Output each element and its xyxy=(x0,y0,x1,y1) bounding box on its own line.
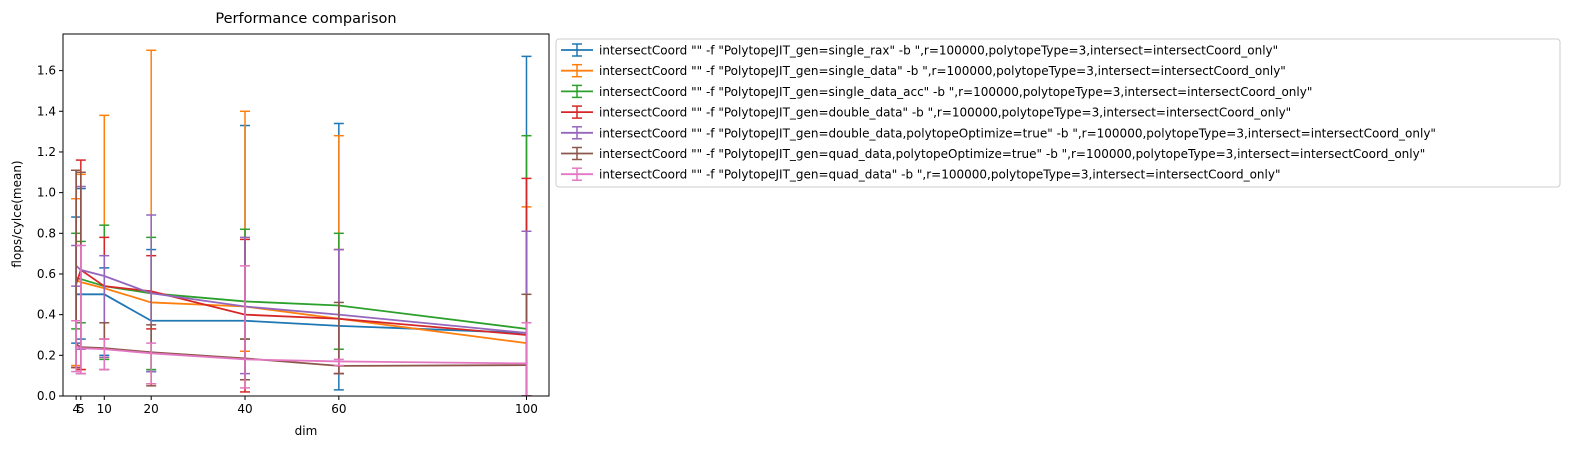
legend-label: intersectCoord "" -f "PolytopeJIT_gen=qu… xyxy=(599,168,1281,182)
series-1 xyxy=(71,55,532,396)
performance-chart: 45 10 20 40 60 100 0.00.20.40.60.81.01.21.41.… xyxy=(10,11,1561,438)
legend-entry: intersectCoord "" -f "PolytopeJIT_gen=si… xyxy=(561,63,1286,78)
y-tick-label: 1.4 xyxy=(37,104,56,118)
legend-label: intersectCoord "" -f "PolytopeJIT_gen=si… xyxy=(599,64,1286,78)
y-tick-label: 1.2 xyxy=(37,145,56,159)
plot-marks xyxy=(71,49,532,396)
y-tick-label: 0.2 xyxy=(37,348,56,362)
series-3 xyxy=(71,134,532,396)
series-2 xyxy=(71,49,532,396)
legend: intersectCoord "" -f "PolytopeJIT_gen=si… xyxy=(555,38,1561,188)
plot-frame xyxy=(62,33,550,397)
y-axis-ticks: 0.0 0.2 0.4 0.6 0.8 1.0 1.2 1.4 1.6 xyxy=(37,64,63,403)
legend-entry: intersectCoord "" -f "PolytopeJIT_gen=do… xyxy=(561,105,1291,120)
legend-label: intersectCoord "" -f "PolytopeJIT_gen=si… xyxy=(599,44,1278,58)
series-line xyxy=(75,345,527,365)
legend-entry: intersectCoord "" -f "PolytopeJIT_gen=do… xyxy=(561,126,1436,140)
legend-entry: intersectCoord "" -f "PolytopeJIT_gen=qu… xyxy=(561,146,1425,161)
x-tick-label: 5 xyxy=(77,402,85,416)
legend-entry: intersectCoord "" -f "PolytopeJIT_gen=qu… xyxy=(561,167,1281,182)
x-axis-label: dim xyxy=(295,424,318,438)
legend-label: intersectCoord "" -f "PolytopeJIT_gen=do… xyxy=(599,106,1291,120)
x-tick-label: 60 xyxy=(331,402,346,416)
legend-entry: intersectCoord "" -f "PolytopeJIT_gen=si… xyxy=(561,84,1312,99)
x-tick-label: 100 xyxy=(515,402,538,416)
x-tick-label: 20 xyxy=(144,402,159,416)
y-tick-label: 1.0 xyxy=(37,186,56,200)
x-tick-label: 40 xyxy=(237,402,252,416)
legend-label: intersectCoord "" -f "PolytopeJIT_gen=si… xyxy=(599,85,1312,99)
y-tick-label: 0.4 xyxy=(37,308,56,322)
y-axis-label: flops/cylce(mean) xyxy=(10,160,24,267)
series-line xyxy=(75,268,527,336)
y-tick-label: 0.0 xyxy=(37,389,56,403)
legend-label: intersectCoord "" -f "PolytopeJIT_gen=qu… xyxy=(599,147,1425,161)
y-tick-label: 0.6 xyxy=(37,267,56,281)
y-tick-label: 0.8 xyxy=(37,226,56,240)
y-tick-label: 1.6 xyxy=(37,64,56,78)
x-tick-label: 10 xyxy=(97,402,112,416)
chart-title: Performance comparison xyxy=(215,11,396,27)
series-line xyxy=(75,277,527,330)
legend-entry: intersectCoord "" -f "PolytopeJIT_gen=si… xyxy=(561,43,1278,58)
legend-label: intersectCoord "" -f "PolytopeJIT_gen=do… xyxy=(599,126,1436,140)
x-axis-ticks: 45 10 20 40 60 100 xyxy=(72,396,538,416)
